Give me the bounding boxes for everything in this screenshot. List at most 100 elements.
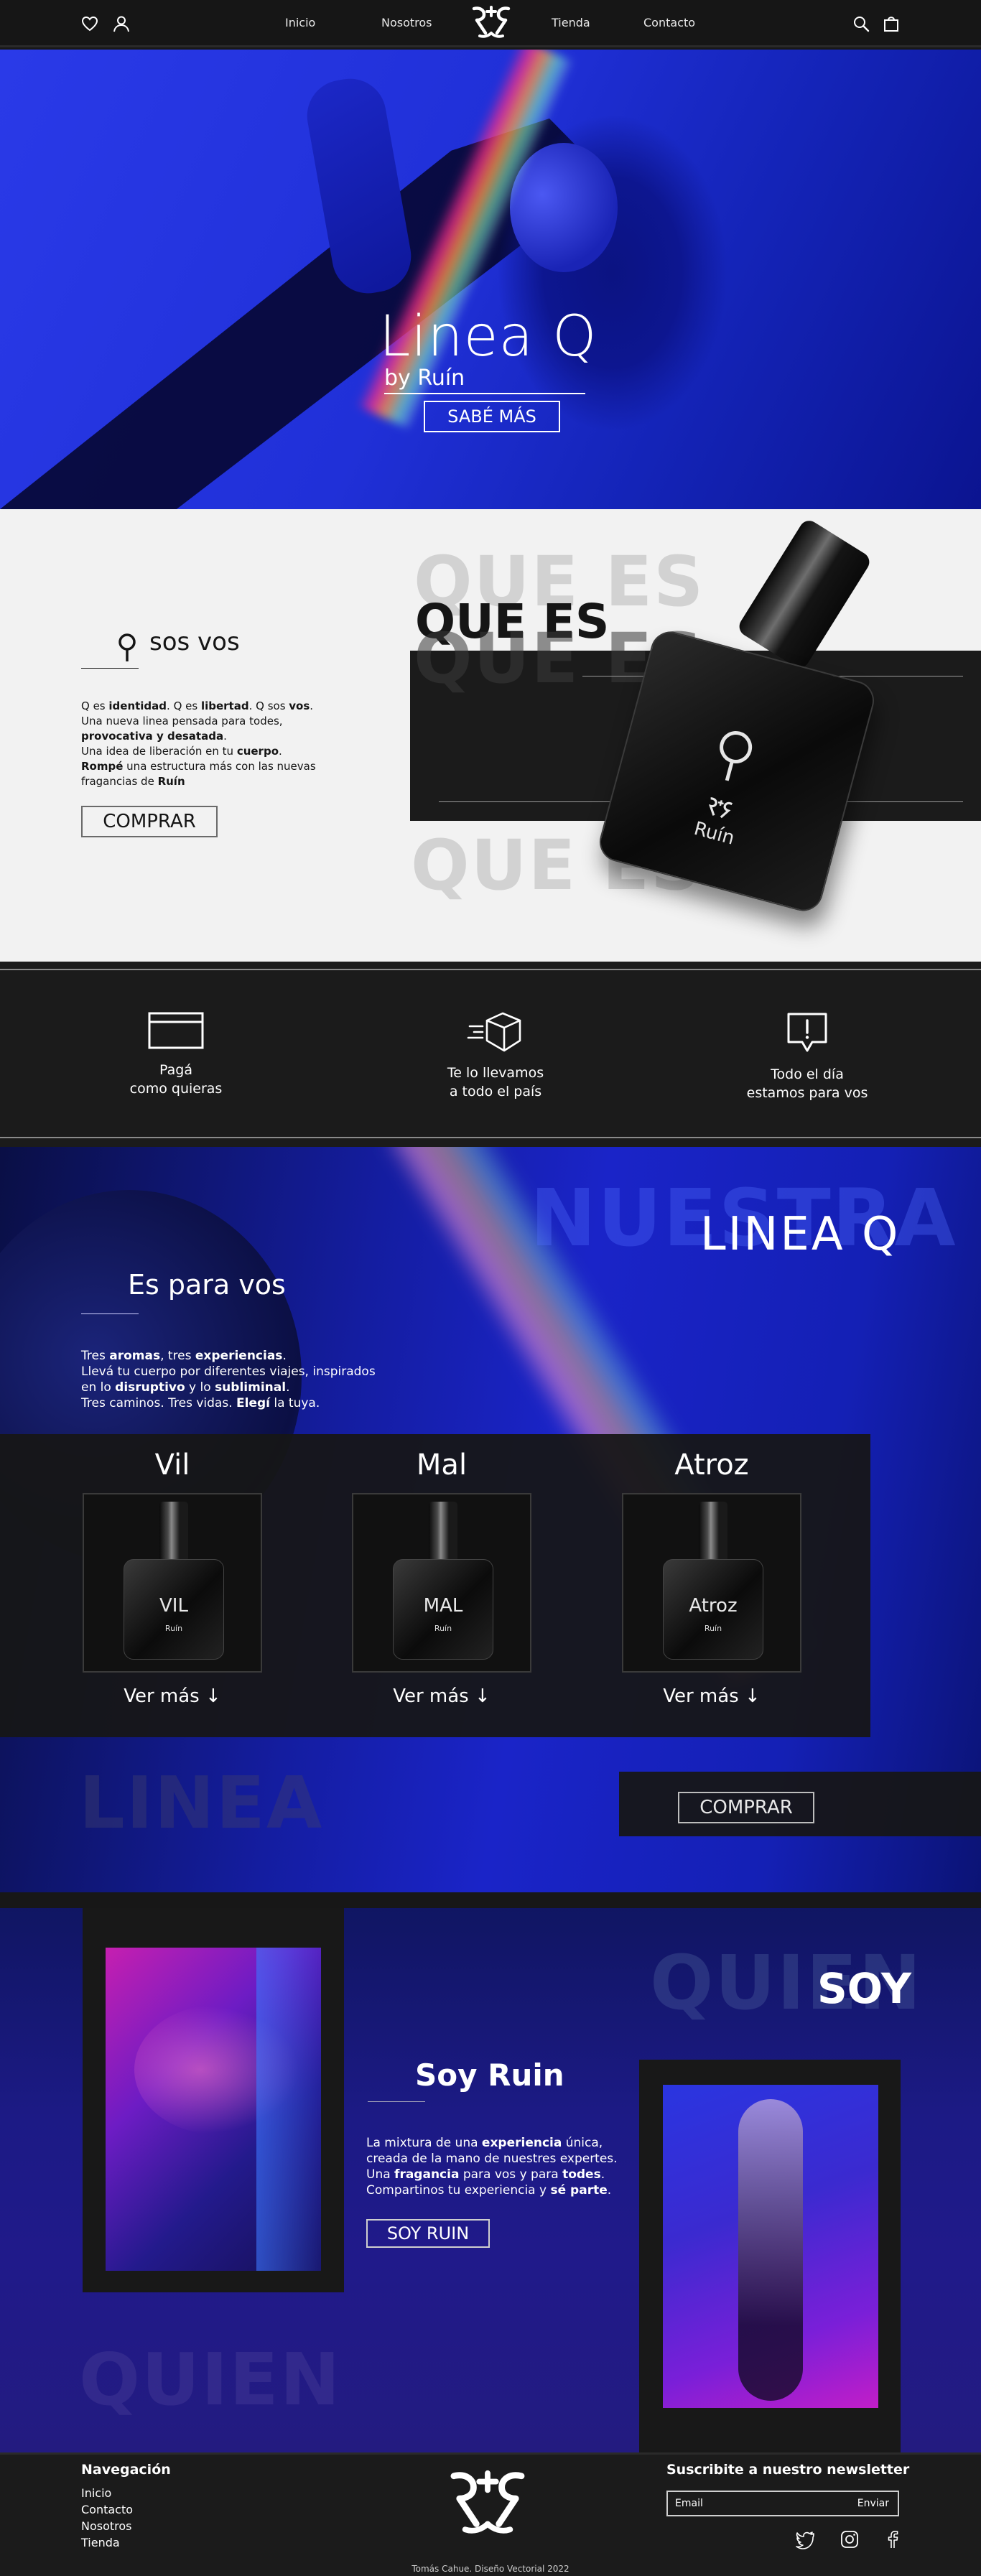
quien-soy-section: QUIEN SOY Soy Ruin La mixtura de una exp…	[0, 1892, 981, 2452]
footer-link-contacto[interactable]: Contacto	[81, 2503, 133, 2516]
body-text: .	[600, 2167, 605, 2182]
newsletter-submit-button[interactable]: Enviar	[857, 2498, 889, 2509]
emphasis-text: disruptivo	[115, 1380, 185, 1395]
paragraph-line: Una nueva linea pensada para todes,	[81, 714, 340, 729]
emphasis-text: Rompé	[81, 760, 124, 773]
ghost-text-quien-bottom: QUIEN	[79, 2338, 342, 2422]
features-top-line	[0, 969, 981, 970]
hero-title: Linea Q	[379, 304, 598, 369]
heading-underline	[81, 668, 139, 669]
body-text: .	[282, 1349, 287, 1363]
sabe-mas-button[interactable]: SABÉ MÁS	[424, 401, 560, 432]
q-logo-icon	[720, 731, 753, 781]
top-navbar: Inicio Nosotros Tienda Contacto	[0, 0, 981, 47]
product-image[interactable]: VIL Ruín	[83, 1493, 262, 1673]
feature-payment-line2: como quieras	[129, 1081, 223, 1097]
soy-description: La mixtura de una experiencia única, crea…	[366, 2135, 639, 2198]
body-text: .	[607, 2183, 612, 2198]
woman-photo	[663, 2085, 878, 2408]
photo-frame-right	[639, 2060, 901, 2452]
body-text: Llevá tu cuerpo por diferentes viajes, i…	[81, 1364, 376, 1379]
emphasis-text: fragancia	[394, 2167, 460, 2182]
es-para-vos-heading: Es para vos	[128, 1269, 286, 1301]
body-text: Tres	[81, 1349, 110, 1363]
emphasis-text: provocativa y desatada	[81, 730, 224, 743]
footer-link-tienda[interactable]: Tienda	[81, 2536, 120, 2549]
product-card: Mal MAL Ruín Ver más ↓	[352, 1449, 531, 1707]
heart-icon[interactable]	[80, 14, 99, 33]
emphasis-text: Elegí	[236, 1396, 270, 1410]
body-text: Compartinos tu experiencia y	[366, 2183, 551, 2198]
footer-nav-title: Navegación	[81, 2462, 171, 2478]
body-text: la tuya.	[269, 1396, 320, 1410]
bottle-cap	[429, 1502, 457, 1562]
ver-mas-link[interactable]: Ver más ↓	[622, 1685, 801, 1707]
paragraph-line: creada de la mano de nuestres expertes.	[366, 2151, 639, 2167]
paragraph-line: Tres aromas, tres experiencias.	[81, 1348, 419, 1364]
products-panel: Vil VIL Ruín Ver más ↓ Mal MAL Ruín Ver …	[0, 1434, 870, 1737]
newsletter-email-input[interactable]: Email	[675, 2498, 703, 2509]
bottle-label: MAL	[423, 1595, 463, 1617]
bottle-label: Atroz	[689, 1595, 738, 1617]
emphasis-text: experiencia	[481, 2136, 562, 2150]
bottle-brand: Ruín	[164, 1624, 183, 1633]
footer-link-nosotros[interactable]: Nosotros	[81, 2519, 132, 2533]
nav-link-inicio[interactable]: Inicio	[285, 16, 315, 29]
newsletter-form: Email Enviar	[666, 2491, 899, 2516]
newsletter-title: Suscribite a nuestro newsletter	[666, 2462, 910, 2478]
body-text: y lo	[185, 1380, 215, 1395]
q-description: Q es identidad. Q es libertad. Q sos vos…	[81, 699, 340, 789]
emphasis-text: aromas	[109, 1349, 161, 1363]
nav-link-contacto[interactable]: Contacto	[643, 16, 695, 29]
bottle-cap	[735, 516, 873, 672]
bottle-label: VIL	[159, 1595, 188, 1617]
body-text: creada de la mano de nuestres expertes.	[366, 2152, 618, 2166]
paragraph-line: La mixtura de una experiencia única,	[366, 2135, 639, 2151]
body-text: Una nueva linea pensada para todes,	[81, 715, 283, 727]
ruin-logo[interactable]	[470, 4, 513, 40]
emphasis-text: identidad	[108, 699, 167, 712]
feature-delivery-line1: Te lo llevamos	[447, 1065, 544, 1081]
emphasis-text: libertad	[200, 699, 249, 712]
emphasis-text: cuerpo	[236, 745, 279, 758]
search-icon[interactable]	[852, 14, 870, 33]
alert-chat-icon	[787, 1013, 827, 1052]
instagram-icon[interactable]	[839, 2529, 860, 2550]
features-strip: Pagá como quieras Te lo llevamos a todo …	[0, 962, 981, 1147]
twitter-icon[interactable]	[794, 2529, 816, 2550]
user-icon[interactable]	[112, 14, 131, 33]
product-image[interactable]: Atroz Ruín	[622, 1493, 801, 1673]
paragraph-line: Tres caminos. Tres vidas. Elegí la tuya.	[81, 1395, 419, 1411]
ghost-text-linea: LINEA	[79, 1761, 324, 1845]
paragraph-line: Una idea de liberación en tu cuerpo.	[81, 744, 340, 759]
hero-banner: Linea Q by Ruín SABÉ MÁS	[0, 50, 981, 509]
product-image[interactable]: MAL Ruín	[352, 1493, 531, 1673]
card-icon	[148, 1012, 204, 1049]
sos-vos-heading: sos vos	[149, 628, 240, 656]
hero-subtitle: by Ruín	[384, 366, 465, 391]
body-text: . Q es	[167, 699, 201, 712]
comprar-button[interactable]: COMPRAR	[81, 806, 218, 837]
nav-link-tienda[interactable]: Tienda	[552, 16, 590, 29]
feature-support-line1: Todo el día	[771, 1066, 844, 1082]
comprar-button[interactable]: COMPRAR	[678, 1792, 814, 1823]
bottle-cap	[159, 1502, 188, 1562]
emphasis-text: subliminal	[215, 1380, 287, 1395]
soy-ruin-button[interactable]: SOY RUIN	[366, 2219, 490, 2248]
emphasis-text: experiencias	[195, 1349, 283, 1363]
shopping-bag-icon[interactable]	[882, 14, 901, 33]
footer-link-inicio[interactable]: Inicio	[81, 2486, 111, 2500]
bottle-brand: Ruín	[704, 1624, 722, 1633]
facebook-icon[interactable]	[882, 2529, 903, 2550]
nav-link-nosotros[interactable]: Nosotros	[381, 16, 432, 29]
body-text: en lo	[81, 1380, 116, 1395]
section-separator	[0, 1892, 981, 1908]
ver-mas-link[interactable]: Ver más ↓	[83, 1685, 262, 1707]
nuestra-linea-section: NUESTRA LINEA Q Es para vos Tres aromas,…	[0, 1147, 981, 1892]
paragraph-line: Una fragancia para vos y para todes.	[366, 2167, 639, 2182]
body-text: única,	[562, 2136, 603, 2150]
ver-mas-link[interactable]: Ver más ↓	[352, 1685, 531, 1707]
couple-photo	[106, 1948, 321, 2271]
ruin-footer-logo[interactable]	[445, 2468, 530, 2538]
body-text: Tres caminos. Tres vidas.	[81, 1396, 236, 1410]
